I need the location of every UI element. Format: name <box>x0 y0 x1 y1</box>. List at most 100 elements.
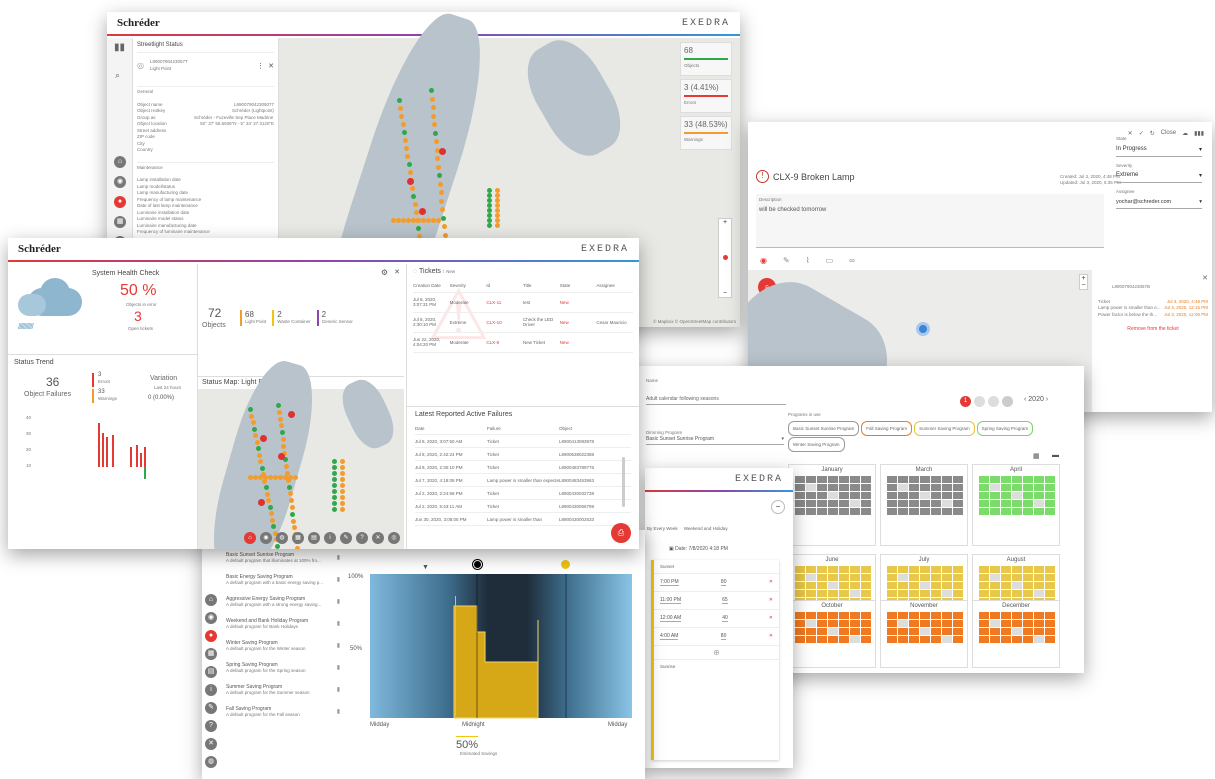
day-cell[interactable] <box>953 620 963 627</box>
program-list-item[interactable]: Basic Sunset Sunrise Program A default pr… <box>226 552 340 574</box>
streetlight-marker[interactable] <box>439 148 446 155</box>
day-cell[interactable] <box>1001 628 1011 635</box>
day-cell[interactable] <box>839 574 849 581</box>
home-icon[interactable]: ⌂ <box>205 594 217 606</box>
day-cell[interactable] <box>898 574 908 581</box>
program-list-item[interactable]: Aggressive Energy Saving Program A defaul… <box>226 596 340 618</box>
streetlight-marker[interactable] <box>340 483 345 488</box>
day-cell[interactable] <box>979 566 989 573</box>
day-cell[interactable] <box>839 492 849 499</box>
program-chip[interactable]: Spring Saving Program <box>976 421 1034 436</box>
delete-icon[interactable]: ▮ <box>337 686 340 693</box>
table-row[interactable]: Jul 8, 2020, 2:30:10 PM Ticket L8900483789… <box>415 461 631 474</box>
delete-icon[interactable]: ▮ <box>337 642 340 649</box>
streetlight-marker[interactable] <box>332 489 337 494</box>
day-cell[interactable] <box>1001 500 1011 507</box>
description-box[interactable]: Description will be checked tomorrow <box>756 194 1104 248</box>
day-cell[interactable] <box>850 566 860 573</box>
streetlight-marker[interactable] <box>340 477 345 482</box>
day-cell[interactable] <box>909 620 919 627</box>
day-cell[interactable] <box>1034 476 1044 483</box>
wrench-icon[interactable]: ✎ <box>205 702 217 714</box>
day-cell[interactable] <box>898 566 908 573</box>
day-cell[interactable] <box>839 628 849 635</box>
day-cell[interactable] <box>979 484 989 491</box>
report-icon[interactable]: ▤ <box>205 666 217 678</box>
streetlight-marker[interactable] <box>419 208 426 215</box>
day-cell[interactable] <box>839 476 849 483</box>
streetlight-marker[interactable] <box>401 130 407 135</box>
day-cell[interactable] <box>1001 484 1011 491</box>
column-header[interactable]: Object <box>559 426 631 431</box>
day-cell[interactable] <box>806 566 816 573</box>
day-cell[interactable] <box>920 590 930 597</box>
day-cell[interactable] <box>1001 492 1011 499</box>
day-cell[interactable] <box>1034 508 1044 515</box>
day-cell[interactable] <box>909 636 919 643</box>
streetlight-marker[interactable] <box>438 190 444 195</box>
day-cell[interactable] <box>920 492 930 499</box>
day-cell[interactable] <box>850 476 860 483</box>
remove-step-icon[interactable]: ✕ <box>769 579 773 586</box>
streetlight-marker[interactable] <box>436 218 441 223</box>
breakdown-item[interactable]: 68 Light Point <box>240 310 266 326</box>
day-cell[interactable] <box>806 508 816 515</box>
day-cell[interactable] <box>861 628 871 635</box>
day-cell[interactable] <box>909 612 919 619</box>
table-row[interactable]: Jun 30, 2020, 3:08:05 PM Lamp power is sm… <box>415 513 631 526</box>
day-cell[interactable] <box>1045 620 1055 627</box>
day-cell[interactable] <box>898 620 908 627</box>
stat-card[interactable]: 33 (48.53%) Warnings <box>680 116 732 150</box>
home-icon[interactable]: ⌂ <box>244 532 256 544</box>
day-cell[interactable] <box>887 628 897 635</box>
day-cell[interactable] <box>931 612 941 619</box>
settings-icon[interactable]: ⚙ <box>381 268 388 277</box>
column-header[interactable]: Failure <box>487 426 559 431</box>
dimming-step[interactable]: 12:00 AM 40 ✕ <box>654 610 779 628</box>
day-cell[interactable] <box>931 628 941 635</box>
day-cell[interactable] <box>953 582 963 589</box>
day-cell[interactable] <box>990 620 1000 627</box>
streetlight-marker[interactable] <box>291 518 297 524</box>
day-cell[interactable] <box>920 500 930 507</box>
day-cell[interactable] <box>931 582 941 589</box>
day-cell[interactable] <box>795 620 805 627</box>
day-cell[interactable] <box>920 476 930 483</box>
program-list-item[interactable]: Weekend and Bank Holiday Program A defaul… <box>226 618 340 640</box>
day-cell[interactable] <box>942 500 952 507</box>
help-icon[interactable]: ? <box>356 532 368 544</box>
day-cell[interactable] <box>953 508 963 515</box>
day-cell[interactable] <box>1023 492 1033 499</box>
streetlight-marker[interactable] <box>487 223 492 228</box>
column-header[interactable]: Date <box>415 426 487 431</box>
day-cell[interactable] <box>1045 508 1055 515</box>
delete-icon[interactable]: ▮ <box>337 620 340 627</box>
day-cell[interactable] <box>817 508 827 515</box>
page-3-button[interactable] <box>988 396 999 407</box>
book-icon[interactable]: ▮▮ <box>114 42 125 53</box>
day-cell[interactable] <box>850 582 860 589</box>
streetlight-marker[interactable] <box>276 403 281 408</box>
day-cell[interactable] <box>817 574 827 581</box>
remove-step-icon[interactable]: ✕ <box>769 633 773 640</box>
day-cell[interactable] <box>990 492 1000 499</box>
day-cell[interactable] <box>909 484 919 491</box>
table-row[interactable]: Jul 2, 2020, 5:43:11 AM Ticket L8900430066… <box>415 500 631 513</box>
day-cell[interactable] <box>990 574 1000 581</box>
streetlight-marker[interactable] <box>340 459 345 464</box>
day-cell[interactable] <box>1023 574 1033 581</box>
day-cell[interactable] <box>909 574 919 581</box>
day-cell[interactable] <box>1023 582 1033 589</box>
day-cell[interactable] <box>828 582 838 589</box>
streetlight-marker[interactable] <box>332 471 337 476</box>
day-cell[interactable] <box>953 574 963 581</box>
day-cell[interactable] <box>887 484 897 491</box>
day-cell[interactable] <box>1045 566 1055 573</box>
page-2-button[interactable] <box>974 396 985 407</box>
day-cell[interactable] <box>828 620 838 627</box>
day-cell[interactable] <box>1012 492 1022 499</box>
streetlight-marker[interactable] <box>263 485 269 490</box>
streetlight-marker[interactable] <box>436 164 442 170</box>
search-icon[interactable]: ⌕ <box>115 70 120 81</box>
day-cell[interactable] <box>1012 508 1022 515</box>
